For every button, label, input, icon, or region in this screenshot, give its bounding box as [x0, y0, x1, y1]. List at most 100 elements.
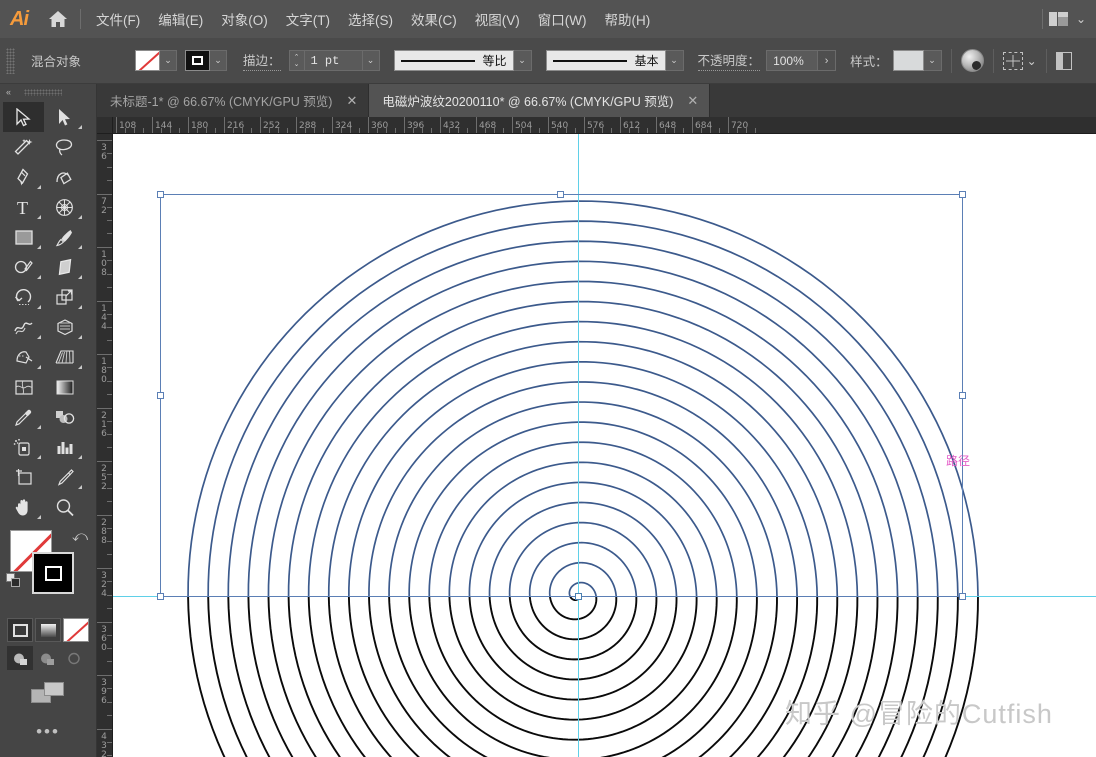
align-chevron-down-icon[interactable]: ⌄	[1027, 55, 1037, 67]
eraser-tool[interactable]	[44, 252, 85, 282]
screen-mode-icon[interactable]	[31, 682, 65, 706]
rotate-tool[interactable]	[3, 282, 44, 312]
stroke-profile-combo[interactable]: 等比	[393, 50, 514, 71]
menu-help[interactable]: 帮助(H)	[595, 5, 659, 33]
paintbrush-tool[interactable]	[44, 222, 85, 252]
menu-file[interactable]: 文件(F)	[87, 5, 149, 33]
default-colors-icon[interactable]	[6, 573, 21, 588]
opacity-input[interactable]: 100%	[766, 50, 819, 71]
stroke-color-swatch[interactable]	[32, 552, 74, 594]
fill-swatch[interactable]	[135, 50, 160, 71]
opacity-field-group[interactable]: 100% ›	[766, 50, 837, 71]
symbol-sprayer-tool[interactable]	[3, 432, 44, 462]
brush-definition-chevron-down-icon[interactable]: ⌄	[665, 50, 684, 71]
menu-window[interactable]: 窗口(W)	[529, 5, 596, 33]
scale-tool[interactable]	[44, 282, 85, 312]
stroke-swatch-group[interactable]: ⌄	[185, 50, 227, 71]
menu-view[interactable]: 视图(V)	[466, 5, 529, 33]
rectangle-tool[interactable]	[3, 222, 44, 252]
bbox-handle-top-left[interactable]	[157, 191, 164, 198]
perspective-grid-tool[interactable]	[44, 342, 85, 372]
hand-tool[interactable]	[3, 492, 44, 522]
bbox-handle-bottom-left[interactable]	[157, 593, 164, 600]
curvature-tool[interactable]	[44, 162, 85, 192]
stroke-weight-stepper[interactable]: ⌃ ⌄	[288, 50, 305, 71]
menu-effect[interactable]: 效果(C)	[402, 5, 466, 33]
gradient-tool[interactable]	[44, 372, 85, 402]
spiral-center-anchor[interactable]	[575, 593, 582, 600]
menu-type[interactable]: 文字(T)	[277, 5, 339, 33]
control-bar-grip[interactable]	[6, 47, 15, 74]
column-graph-tool[interactable]	[44, 432, 85, 462]
align-icon[interactable]	[1002, 51, 1023, 70]
draw-inside-icon[interactable]	[61, 646, 87, 670]
graphic-style-chevron-down-icon[interactable]: ⌄	[923, 50, 942, 71]
chevron-down-icon[interactable]: ⌄	[1076, 13, 1086, 25]
zoom-tool[interactable]	[44, 492, 85, 522]
panel-dock-icon[interactable]	[1055, 51, 1072, 70]
slice-tool[interactable]	[44, 462, 85, 492]
fill-chevron-down-icon[interactable]: ⌄	[160, 50, 177, 71]
direct-selection-tool[interactable]	[44, 102, 85, 132]
brush-definition-combo[interactable]: 基本	[545, 50, 666, 71]
free-transform-tool[interactable]	[44, 312, 85, 342]
gradient-button[interactable]	[35, 618, 61, 642]
document-tab-untitled[interactable]: 未标题-1* @ 66.67% (CMYK/GPU 预览) ✕	[97, 84, 370, 117]
menu-object[interactable]: 对象(O)	[212, 5, 277, 33]
bbox-handle-top-center[interactable]	[557, 191, 564, 198]
pen-tool[interactable]	[3, 162, 44, 192]
artboard-tool[interactable]	[3, 462, 44, 492]
menu-select[interactable]: 选择(S)	[339, 5, 402, 33]
home-icon[interactable]	[38, 0, 78, 38]
draw-normal-icon[interactable]	[7, 646, 33, 670]
swap-fill-stroke-icon[interactable]: ⤺	[72, 528, 88, 545]
recolor-artwork-icon[interactable]	[960, 49, 984, 72]
stroke-weight-label: 描边：	[243, 50, 281, 71]
magic-wand-tool[interactable]	[3, 132, 44, 162]
type-tool[interactable]: T	[3, 192, 44, 222]
stroke-weight-input[interactable]: 1 pt	[304, 50, 363, 71]
brush-definition-group[interactable]: 基本 ⌄	[545, 50, 684, 71]
stroke-profile-chevron-down-icon[interactable]: ⌄	[513, 50, 532, 71]
menu-edit[interactable]: 编辑(E)	[149, 5, 212, 33]
mesh-tool[interactable]	[3, 372, 44, 402]
graphic-style-swatch[interactable]	[892, 50, 924, 71]
blend-tool[interactable]	[44, 402, 85, 432]
tools-panel-handle[interactable]: ‹‹	[0, 84, 96, 100]
bbox-handle-bottom-right[interactable]	[959, 593, 966, 600]
close-icon[interactable]: ✕	[346, 94, 357, 107]
selection-tool[interactable]	[3, 102, 44, 132]
artboard-canvas[interactable]: 路径 知乎 @冒险的Cutfish	[113, 134, 1096, 757]
none-button[interactable]	[63, 618, 89, 642]
spiral-artwork[interactable]	[113, 134, 1096, 757]
vertical-ruler[interactable]: 3672108144180216252288324360396432	[97, 134, 113, 757]
lasso-tool[interactable]	[44, 132, 85, 162]
pencil-tool[interactable]	[3, 252, 44, 282]
collapse-icon[interactable]: ‹‹	[6, 87, 11, 97]
stroke-weight-field-group[interactable]: ⌃ ⌄ 1 pt ⌄	[288, 50, 380, 71]
ruler-corner[interactable]	[97, 117, 113, 134]
stroke-swatch[interactable]	[185, 50, 210, 71]
opacity-expand-arrow-icon[interactable]: ›	[818, 50, 837, 71]
fill-swatch-group[interactable]: ⌄	[135, 50, 177, 71]
shape-builder-tool[interactable]	[44, 192, 85, 222]
stroke-profile-group[interactable]: 等比 ⌄	[393, 50, 532, 71]
width-tool[interactable]	[3, 312, 44, 342]
bbox-handle-middle-left[interactable]	[157, 392, 164, 399]
graphic-style-group[interactable]: ⌄	[892, 50, 942, 71]
bbox-handle-middle-right[interactable]	[959, 392, 966, 399]
stroke-chevron-down-icon[interactable]: ⌄	[210, 50, 227, 71]
shape-builder-alt-tool[interactable]	[3, 342, 44, 372]
stroke-weight-chevron-down-icon[interactable]: ⌄	[362, 50, 380, 71]
tools-panel-grip[interactable]	[24, 88, 62, 96]
eyedropper-tool[interactable]	[3, 402, 44, 432]
draw-behind-icon[interactable]	[34, 646, 60, 670]
horizontal-ruler[interactable]: 108 144 180 216 252 288 324 360 396 432 468 504 540 5…	[97, 117, 1096, 134]
workspace-icon[interactable]	[1048, 12, 1069, 26]
document-tab-active[interactable]: 电磁炉波纹20200110* @ 66.67% (CMYK/GPU 预览) ✕	[369, 84, 711, 117]
bbox-handle-top-right[interactable]	[959, 191, 966, 198]
close-icon[interactable]: ✕	[687, 94, 698, 107]
align-group[interactable]: ⌄	[1002, 51, 1037, 70]
more-tools-icon[interactable]: •••	[0, 722, 96, 742]
color-button[interactable]	[7, 618, 33, 642]
